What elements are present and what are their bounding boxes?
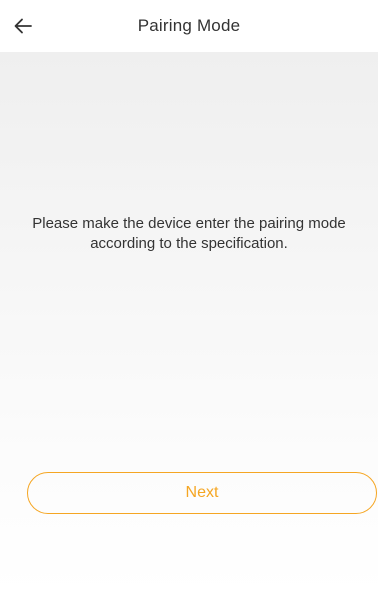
pairing-instruction-text: Please make the device enter the pairing… [32, 215, 346, 252]
next-button[interactable]: Next [27, 472, 377, 514]
main-content: Please make the device enter the pairing… [0, 52, 378, 596]
pairing-mode-screen: Pairing Mode Please make the device ente… [0, 0, 378, 596]
top-bar: Pairing Mode [0, 0, 378, 52]
page-title: Pairing Mode [137, 16, 241, 35]
